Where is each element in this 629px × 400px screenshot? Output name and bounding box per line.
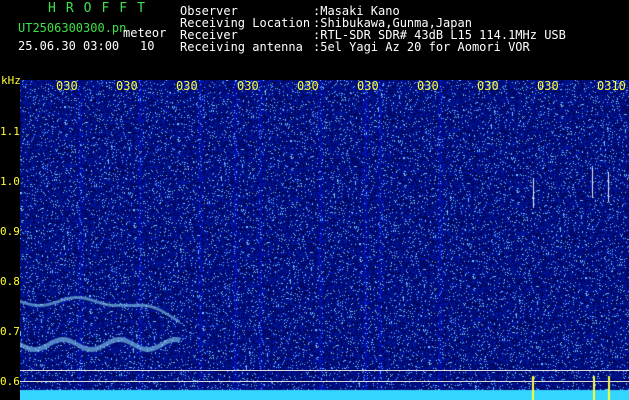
time-mark: 030	[176, 79, 198, 93]
app-title: HROFFT	[48, 1, 155, 16]
time-mark: 030	[477, 79, 499, 93]
reference-line	[20, 370, 629, 371]
time-mark: 0310	[597, 79, 626, 93]
y-tick-label: 0.6	[0, 375, 20, 388]
mode-label: meteor	[123, 26, 167, 40]
y-tick-label: 1.0	[0, 175, 20, 188]
y-tick-label: 0.7	[0, 325, 20, 338]
y-tick-label: 1.1	[0, 125, 20, 138]
info-value-antenna: :5el Yagi Az 20 for Aomori VOR	[313, 40, 530, 54]
filename-label: UT2506300300.pn	[18, 21, 127, 35]
hrofft-window: HROFFT UT2506300300.pn meteor 25.06.30 0…	[0, 0, 629, 400]
time-mark: 030	[417, 79, 439, 93]
time-mark: 030	[297, 79, 319, 93]
y-tick-label: 0.9	[0, 225, 20, 238]
time-mark: 030	[116, 79, 138, 93]
reference-line	[20, 381, 629, 382]
time-mark: 030	[537, 79, 559, 93]
spectrogram	[20, 80, 629, 400]
count-label: 10	[140, 39, 155, 53]
time-mark: 030	[357, 79, 379, 93]
info-label-antenna: Receiving antenna	[180, 40, 303, 54]
time-mark: 030	[237, 79, 259, 93]
y-tick-label: 0.8	[0, 275, 20, 288]
datetime-label: 25.06.30 03:00	[18, 39, 120, 53]
unit-label: kHz	[1, 74, 21, 87]
time-mark: 030	[56, 79, 78, 93]
